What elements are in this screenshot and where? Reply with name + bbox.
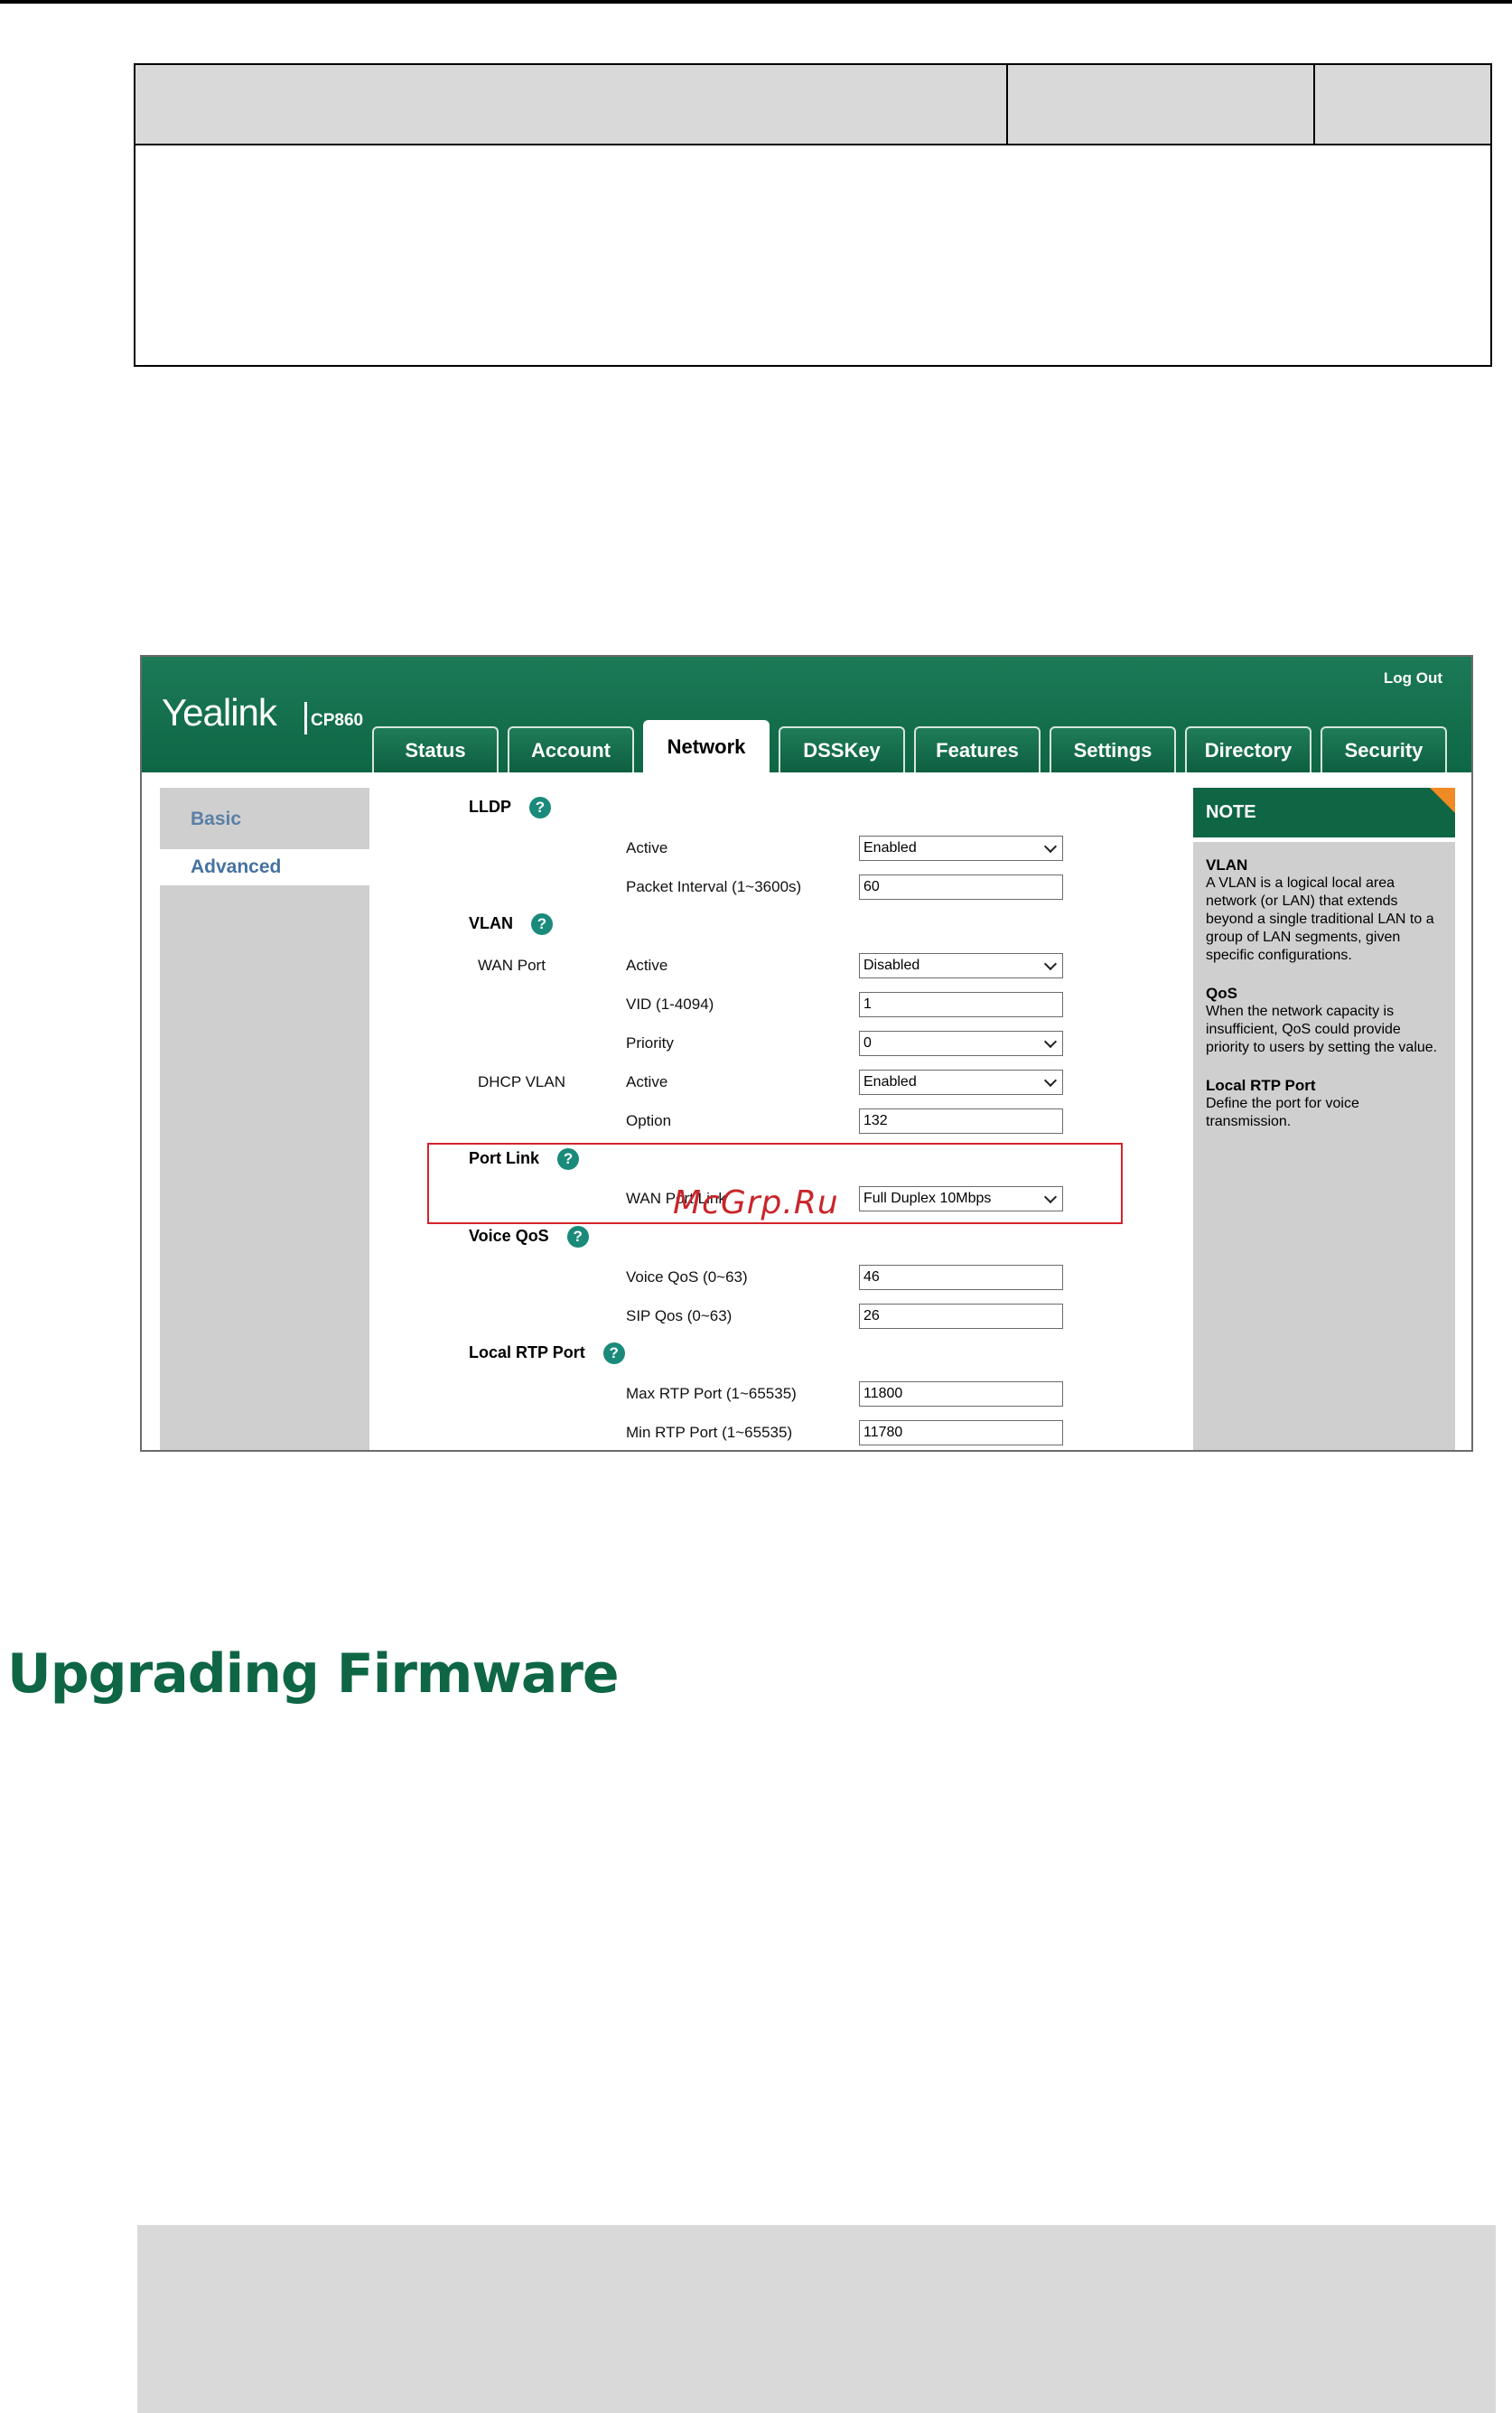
help-icon[interactable]: ? (557, 1148, 580, 1170)
model-name: CP860 (311, 711, 364, 730)
help-icon[interactable]: ? (529, 797, 551, 818)
tab-network[interactable]: Network (643, 720, 770, 772)
wan-port-link-select[interactable]: Full Duplex 10Mbps (859, 1186, 1063, 1211)
section-heading: Upgrading Firmware (7, 1642, 620, 1706)
section-title: Local RTP Port (469, 1342, 585, 1361)
section-voice-qos: Voice QoS? (469, 1226, 589, 1248)
section-local-rtp-port: Local RTP Port? (469, 1342, 625, 1364)
lldp-active-select[interactable]: Enabled (859, 836, 1063, 861)
tab-settings[interactable]: Settings (1050, 726, 1176, 772)
section-title: LLDP (469, 797, 511, 816)
vid-input[interactable]: 1 (859, 992, 1063, 1017)
dhcp-active-label: Active (626, 1073, 668, 1090)
wan-port-label: WAN Port (478, 957, 546, 974)
top-rule (0, 0, 1512, 4)
priority-label: Priority (626, 1034, 674, 1052)
note-box (137, 2225, 1496, 2413)
lldp-interval-input[interactable]: 60 (859, 874, 1063, 900)
top-table (134, 63, 1492, 367)
help-icon[interactable]: ? (566, 1226, 589, 1248)
note-corner-icon (1430, 788, 1455, 813)
table-column-divider (1313, 65, 1315, 145)
lldp-interval-label: Packet Interval (1~3600s) (626, 878, 802, 895)
priority-select[interactable]: 0 (859, 1031, 1063, 1056)
section-title: Voice QoS (469, 1226, 549, 1245)
max-rtp-label: Max RTP Port (1~65535) (626, 1385, 797, 1402)
note-body: VLAN A VLAN is a logical local area netw… (1193, 842, 1455, 1450)
web-ui-screenshot: Yealink CP860 Log Out Status Account Net… (140, 655, 1473, 1452)
section-lldp: LLDP? (469, 797, 551, 818)
min-rtp-input[interactable]: 11780 (859, 1420, 1063, 1445)
dhcp-active-select[interactable]: Enabled (859, 1070, 1063, 1095)
max-rtp-input[interactable]: 11800 (859, 1381, 1063, 1407)
tab-security[interactable]: Security (1321, 726, 1447, 772)
help-icon[interactable]: ? (602, 1342, 625, 1364)
note-title: VLAN (1206, 856, 1248, 874)
note-title: QoS (1206, 985, 1237, 1002)
note-text: When the network capacity is insufficien… (1206, 1004, 1438, 1055)
section-title: VLAN (469, 913, 513, 932)
tab-features[interactable]: Features (914, 726, 1041, 772)
note-text: A VLAN is a logical local area network (… (1206, 875, 1434, 963)
dhcp-vlan-label: DHCP VLAN (478, 1073, 565, 1090)
option-label: Option (626, 1112, 672, 1129)
sidebar-item-basic[interactable]: Basic (160, 801, 369, 837)
logout-link[interactable]: Log Out (1384, 669, 1442, 687)
header-bar: Yealink CP860 Log Out Status Account Net… (142, 657, 1471, 772)
sidebar-item-advanced[interactable]: Advanced (160, 849, 373, 885)
min-rtp-label: Min RTP Port (1~65535) (626, 1424, 793, 1441)
sip-qos-label: SIP Qos (0~63) (626, 1307, 733, 1324)
table-column-divider (1006, 65, 1008, 145)
note-title: Local RTP Port (1206, 1077, 1316, 1094)
lldp-active-label: Active (626, 839, 668, 856)
section-port-link: Port Link? (469, 1148, 580, 1170)
tab-directory[interactable]: Directory (1185, 726, 1311, 772)
voice-qos-input[interactable]: 46 (859, 1265, 1063, 1290)
table-header-row (135, 65, 1490, 145)
help-icon[interactable]: ? (531, 913, 553, 935)
logo-divider (304, 702, 307, 734)
sip-qos-input[interactable]: 26 (859, 1304, 1063, 1329)
tab-status[interactable]: Status (372, 726, 499, 772)
vid-label: VID (1-4094) (626, 996, 714, 1013)
sidebar: Basic Advanced (160, 788, 373, 1450)
note-header: NOTE (1193, 788, 1455, 837)
section-vlan: VLAN? (469, 913, 553, 935)
voice-qos-label: Voice QoS (0~63) (626, 1268, 748, 1286)
watermark: McGrp.Ru (673, 1184, 839, 1221)
tab-dsskey[interactable]: DSSKey (779, 726, 905, 772)
tab-account[interactable]: Account (508, 726, 634, 772)
note-text: Define the port for voice transmission. (1206, 1096, 1359, 1129)
yealink-logo: Yealink (162, 691, 277, 734)
option-input[interactable]: 132 (859, 1108, 1063, 1134)
wan-active-label: Active (626, 957, 668, 974)
wan-active-select[interactable]: Disabled (859, 953, 1063, 978)
section-title: Port Link (469, 1148, 540, 1167)
